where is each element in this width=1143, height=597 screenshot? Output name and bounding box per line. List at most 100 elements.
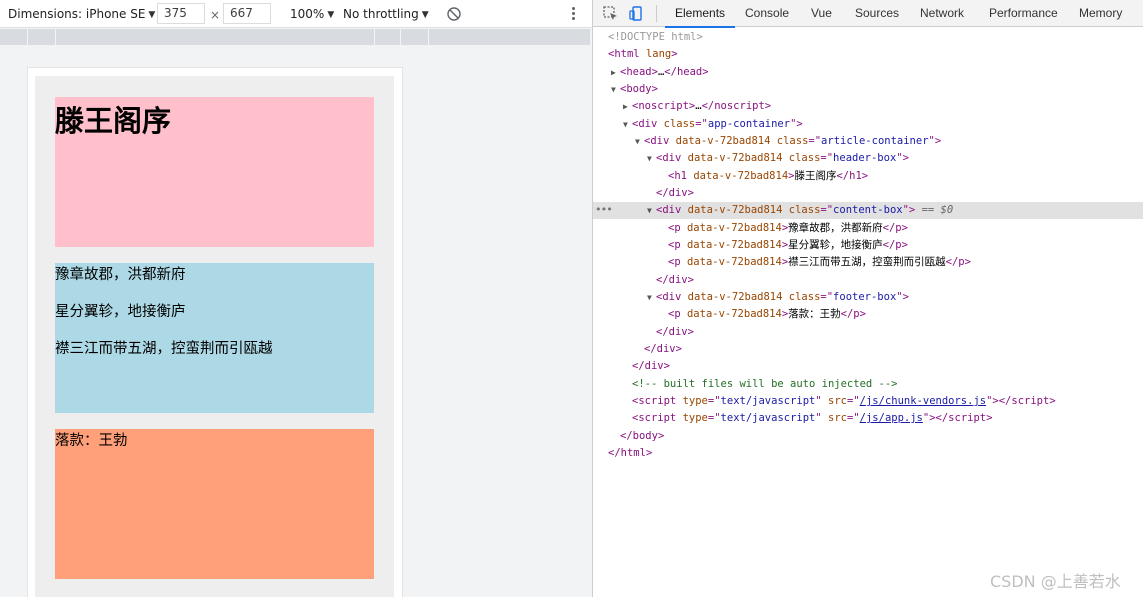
- tab-elements[interactable]: Elements: [664, 0, 736, 28]
- tag-name: body: [626, 83, 652, 95]
- dom-node-body[interactable]: ▼ <body>: [593, 81, 1143, 98]
- collapse-triangle-icon[interactable]: ▼: [635, 133, 640, 150]
- dom-node-script[interactable]: <script type="text/javascript" src="/js/…: [593, 393, 1143, 410]
- dom-close-div[interactable]: </div>: [593, 272, 1143, 289]
- width-input[interactable]: 375: [157, 3, 205, 24]
- tab-memory[interactable]: Memory: [1079, 0, 1122, 27]
- collapse-triangle-icon[interactable]: ▼: [647, 150, 652, 167]
- dom-close-html[interactable]: </html>: [593, 445, 1143, 462]
- tag-name: head: [626, 66, 652, 78]
- dom-node-p[interactable]: <p data-v-72bad814>星分翼轸，地接衡庐</p>: [593, 237, 1143, 254]
- chevron-down-icon: ▼: [148, 10, 156, 20]
- node-text: 落款：王勃: [788, 308, 841, 320]
- dom-close-div[interactable]: </div>: [593, 341, 1143, 358]
- tag-name: div: [638, 118, 658, 130]
- dom-node-head[interactable]: ▶ <head>…</head>: [593, 64, 1143, 81]
- dom-node-content-box[interactable]: ••• ▼ <div data-v-72bad814 class="content-…: [593, 202, 1143, 219]
- dom-node-p[interactable]: <p data-v-72bad814>襟三江而带五湖，控蛮荆而引瓯越</p>: [593, 254, 1143, 271]
- dom-node-html[interactable]: <html lang>: [593, 46, 1143, 63]
- zoom-dropdown[interactable]: 100% ▼: [290, 0, 334, 28]
- attr-name: class: [788, 204, 821, 216]
- attr-name: data-v-72bad814: [686, 308, 782, 320]
- dom-node-header-box[interactable]: ▼ <div data-v-72bad814 class="header-box"…: [593, 150, 1143, 167]
- collapse-triangle-icon[interactable]: ▼: [647, 202, 652, 219]
- tag-name: script: [638, 395, 677, 407]
- attr-value: header-box: [833, 152, 897, 164]
- dom-node-doctype[interactable]: <!DOCTYPE html>: [593, 29, 1143, 46]
- dom-node-noscript[interactable]: ▶ <noscript>…</noscript>: [593, 98, 1143, 115]
- tag-name: div: [662, 152, 682, 164]
- dom-tree: <!DOCTYPE html> <html lang> ▶ <head>…</he…: [593, 28, 1143, 597]
- tab-console[interactable]: Console: [745, 0, 789, 27]
- tag-name: div: [668, 187, 688, 199]
- dom-node-footer-box[interactable]: ▼ <div data-v-72bad814 class="footer-box"…: [593, 289, 1143, 306]
- tag-name: script: [638, 412, 677, 424]
- expand-triangle-icon[interactable]: ▶: [611, 64, 616, 81]
- node-text: 滕王阁序: [794, 170, 837, 182]
- attr-name: type: [682, 395, 708, 407]
- dom-node-h1[interactable]: <h1 data-v-72bad814>滕王阁序</h1>: [593, 168, 1143, 185]
- zoom-label: 100%: [290, 7, 325, 21]
- dom-node-article-container[interactable]: ▼ <div data-v-72bad814 class="article-con…: [593, 133, 1143, 150]
- tag-name: html: [620, 447, 646, 459]
- tag-name: div: [662, 291, 682, 303]
- screen: Dimensions: iPhone SE ▼ 375 × 667 100% ▼ N…: [0, 0, 1143, 597]
- attr-name: data-v-72bad814: [687, 204, 783, 216]
- inspect-cursor-icon[interactable]: [602, 5, 619, 22]
- node-text: 襟三江而带五湖，控蛮荆而引瓯越: [788, 256, 946, 268]
- tab-performance[interactable]: Performance: [989, 0, 1058, 27]
- tag-name: script: [1011, 395, 1050, 407]
- dom-close-div[interactable]: </div>: [593, 324, 1143, 341]
- dimensions-dropdown[interactable]: Dimensions: iPhone SE ▼: [8, 0, 155, 28]
- dom-node-script[interactable]: <script type="text/javascript" src="/js/…: [593, 410, 1143, 427]
- chevron-down-icon: ▼: [421, 10, 429, 20]
- tab-sources[interactable]: Sources: [855, 0, 899, 27]
- throttling-label: No throttling: [343, 7, 419, 21]
- content-paragraph: 豫章故郡，洪都新府: [55, 267, 186, 283]
- page-title: 滕王阁序: [55, 104, 172, 138]
- more-vert-icon[interactable]: [569, 5, 577, 23]
- dom-close-div[interactable]: </div>: [593, 185, 1143, 202]
- dom-node-p[interactable]: <p data-v-72bad814>豫章故郡，洪都新府</p>: [593, 220, 1143, 237]
- expand-triangle-icon[interactable]: ▶: [623, 98, 628, 115]
- collapse-triangle-icon[interactable]: ▼: [647, 289, 652, 306]
- script-src-link[interactable]: /js/chunk-vendors.js: [860, 395, 986, 407]
- devtools-tabbar: Elements Console Vue Sources Network Per…: [593, 0, 1143, 28]
- throttling-dropdown[interactable]: No throttling ▼: [343, 0, 429, 28]
- attr-value: text/javascript: [720, 395, 816, 407]
- content-box: 豫章故郡，洪都新府 星分翼轸，地接衡庐 襟三江而带五湖，控蛮荆而引瓯越: [55, 263, 374, 413]
- dom-node-comment[interactable]: <!-- built files will be auto injected -…: [593, 376, 1143, 393]
- tag-name: div: [668, 274, 688, 286]
- doctype-text: <!DOCTYPE html>: [608, 31, 703, 43]
- attr-name: class: [776, 135, 809, 147]
- script-src-link[interactable]: /js/app.js: [860, 412, 923, 424]
- collapse-triangle-icon[interactable]: ▼: [623, 116, 628, 133]
- tag-name: p: [674, 308, 681, 320]
- tag-name: h1: [849, 170, 862, 182]
- more-dots-icon[interactable]: •••: [595, 201, 613, 218]
- attr-value: text/javascript: [720, 412, 816, 424]
- collapse-triangle-icon[interactable]: ▼: [611, 81, 616, 98]
- tag-name: body: [632, 430, 658, 442]
- tag-name: div: [650, 135, 670, 147]
- footer-box: 落款：王勃: [55, 429, 374, 579]
- tag-name: html: [614, 48, 640, 60]
- dimensions-label: Dimensions: iPhone SE: [8, 7, 146, 21]
- tab-network[interactable]: Network: [920, 0, 964, 27]
- header-box: 滕王阁序: [55, 97, 374, 247]
- device-toggle-icon[interactable]: [628, 5, 645, 22]
- media-query-bar[interactable]: [0, 29, 590, 45]
- tab-vue[interactable]: Vue: [811, 0, 832, 27]
- dom-node-p[interactable]: <p data-v-72bad814>落款：王勃</p>: [593, 306, 1143, 323]
- rotate-icon[interactable]: [446, 6, 462, 22]
- times-sign: ×: [210, 8, 221, 22]
- selected-marker: == $0: [921, 204, 954, 216]
- height-input[interactable]: 667: [223, 3, 271, 24]
- dom-node-app-container[interactable]: ▼ <div class="app-container">: [593, 116, 1143, 133]
- attr-name: data-v-72bad814: [686, 239, 782, 251]
- attr-name: data-v-72bad814: [687, 291, 783, 303]
- dom-close-body[interactable]: </body>: [593, 428, 1143, 445]
- dom-close-div[interactable]: </div>: [593, 358, 1143, 375]
- attr-name: class: [663, 118, 696, 130]
- attr-name: data-v-72bad814: [687, 152, 783, 164]
